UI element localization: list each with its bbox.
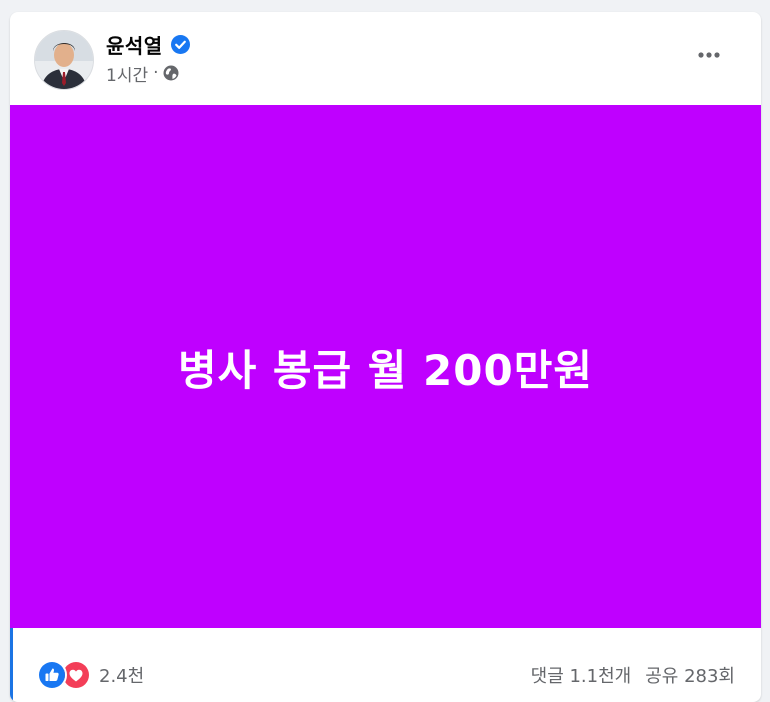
media-text: 병사 봉급 월 200만원	[177, 346, 594, 395]
more-options-button[interactable]	[690, 38, 728, 72]
shares-count[interactable]: 공유 283회	[645, 662, 735, 688]
post-timestamp[interactable]: 1시간	[106, 61, 148, 86]
reactions-summary[interactable]: 2.4천	[37, 660, 144, 690]
post-header: 윤석열 1시간 ·	[10, 12, 761, 105]
post-card: 윤석열 1시간 · 병사 봉급 월 200만원 2.4천 댓글 1.1천개 공유…	[10, 12, 761, 702]
meta-separator: ·	[153, 63, 159, 83]
verified-badge-icon	[170, 34, 190, 54]
post-media[interactable]: 병사 봉급 월 200만원	[10, 105, 761, 628]
reaction-count[interactable]: 2.4천	[99, 662, 144, 688]
comments-count[interactable]: 댓글 1.1천개	[531, 662, 632, 688]
more-options-icon	[698, 52, 720, 58]
author-avatar[interactable]	[34, 30, 94, 90]
post-footer: 2.4천 댓글 1.1천개 공유 283회	[10, 628, 761, 702]
author-line: 윤석열	[106, 30, 190, 59]
author-photo	[35, 31, 93, 89]
like-icon	[37, 660, 67, 690]
engagement-stats: 댓글 1.1천개 공유 283회	[531, 662, 735, 688]
globe-icon[interactable]	[163, 65, 179, 81]
author-name[interactable]: 윤석열	[106, 30, 163, 59]
post-meta: 1시간 ·	[106, 61, 179, 86]
